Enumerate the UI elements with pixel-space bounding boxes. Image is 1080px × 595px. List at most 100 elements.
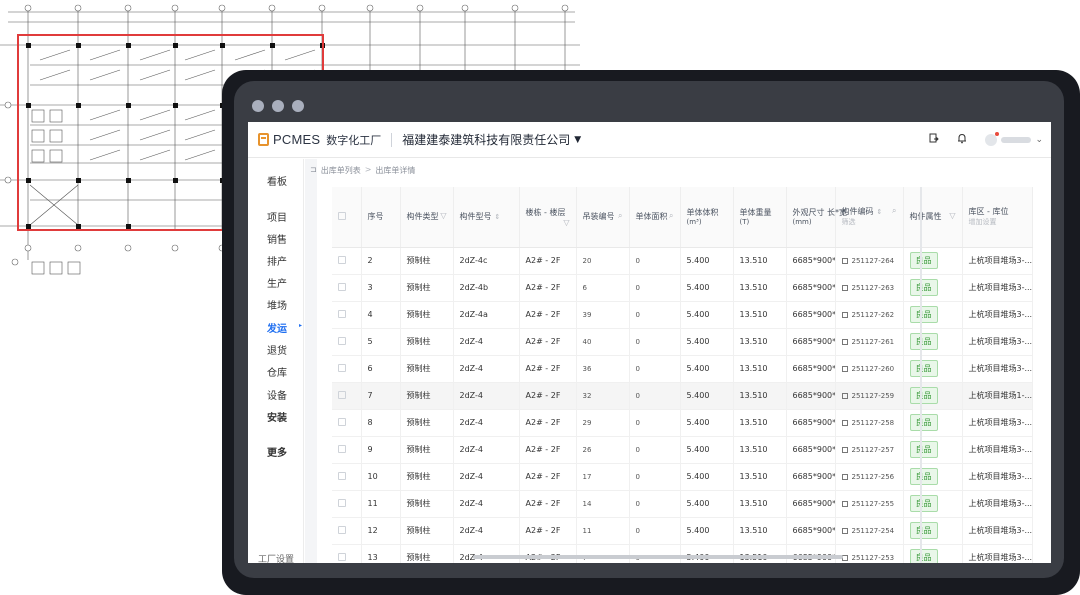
user-name-blurred [1001, 137, 1032, 143]
cell-model: 2dZ-4a [453, 301, 520, 329]
row-select-cell [332, 247, 362, 275]
row-checkbox[interactable] [338, 471, 346, 480]
table-row[interactable]: 12 预制柱 2dZ-4 A2# - 2F 11 0 5.400 13.510 6685*900… [332, 517, 1033, 545]
table-row[interactable]: 9 预制柱 2dZ-4 A2# - 2F 26 0 5.400 13.510 6685*900*… [332, 436, 1033, 464]
filter-icon[interactable]: ▽ [949, 211, 955, 220]
row-checkbox[interactable] [338, 255, 346, 264]
cell-seq: 10 [361, 463, 401, 491]
cell-attr: 良品 [903, 355, 963, 383]
col-weight[interactable]: 单体重量 (T) [733, 187, 787, 248]
app-logo[interactable]: PCMES 数字化工厂 [258, 132, 381, 148]
bell-icon[interactable] [957, 133, 967, 147]
col-building[interactable]: 楼栋 - 楼层 ▽ [519, 187, 577, 248]
row-checkbox[interactable] [338, 336, 346, 345]
row-checkbox[interactable] [338, 363, 346, 372]
sidebar-item-project[interactable]: 项目 [267, 209, 287, 224]
row-checkbox[interactable] [338, 444, 346, 453]
table-row[interactable]: 13预制柱2dZ-4A2# - 2F705.40013.5106685*900*… [332, 544, 1033, 563]
cell-hoist: 11 [576, 517, 630, 545]
row-checkbox[interactable] [338, 552, 346, 561]
table-row[interactable]: 7 预制柱 2dZ-4 A2# - 2F 32 0 5.400 13.510 6685*900*… [332, 382, 1033, 410]
search-icon[interactable]: ⌕ [669, 211, 673, 221]
col-hoist[interactable]: 吊装编号 ⌕ [576, 187, 630, 248]
sidebar-item-install[interactable]: 安装 [267, 409, 287, 424]
table-row[interactable]: 5 预制柱 2dZ-4 A2# - 2F 40 0 5.400 13.510 6685*900*… [332, 328, 1033, 356]
cell-type: 预制柱 [400, 247, 454, 275]
sidebar-item-yard[interactable]: 堆场 [267, 297, 287, 312]
col-attr[interactable]: 构件属性 ▽ [903, 187, 963, 248]
user-menu[interactable]: ⌄ [985, 132, 1043, 146]
col-model[interactable]: 构件型号 ⇕ [453, 187, 520, 248]
cell-type: 预制柱 [400, 301, 454, 329]
table-row[interactable]: 10 预制柱 2dZ-4 A2# - 2F 17 0 5.400 13.510 6685*900… [332, 463, 1033, 491]
sidebar-item-production[interactable]: 生产 [267, 275, 287, 290]
cell-seq: 9 [361, 436, 401, 464]
table-row[interactable]: 6 预制柱 2dZ-4 A2# - 2F 36 0 5.400 13.510 6685*900*… [332, 355, 1033, 383]
cell-model: 2dZ-4 [453, 409, 520, 437]
table-row[interactable]: 4 预制柱 2dZ-4a A2# - 2F 39 0 5.400 13.510 6685*900… [332, 301, 1033, 329]
row-checkbox[interactable] [338, 525, 346, 534]
cell-weight: 13.510 [733, 328, 787, 356]
cell-code: 251127-255 [835, 490, 904, 518]
factory-settings-link[interactable]: 工厂设置 [258, 552, 294, 563]
avatar [985, 132, 1000, 146]
col-volume[interactable]: 单体体积 (m³) [680, 187, 734, 248]
select-all-checkbox[interactable] [338, 211, 346, 220]
row-checkbox[interactable] [338, 390, 346, 399]
sidebar-item-more[interactable]: 更多 [267, 444, 287, 459]
filter-icon[interactable]: ▽ [563, 218, 569, 227]
search-icon[interactable]: ⌕ [892, 206, 896, 216]
stage: PCMES 数字化工厂 福建建泰建筑科技有限责任公司 ▼ ⌄ 看板 项目 销售 … [0, 0, 1080, 595]
sidebar-item-returns[interactable]: 退货 [267, 342, 287, 357]
content-gutter [305, 159, 317, 563]
search-icon[interactable]: ⌕ [618, 211, 622, 221]
row-checkbox[interactable] [338, 282, 346, 291]
cell-code: 251127-257 [835, 436, 904, 464]
export-icon[interactable] [929, 133, 940, 147]
table-row[interactable]: 3 预制柱 2dZ-4b A2# - 2F 6 0 5.400 13.510 6685*900*… [332, 274, 1033, 302]
sidebar-item-dashboard[interactable]: 看板 [267, 173, 287, 188]
table-row[interactable]: 11 预制柱 2dZ-4 A2# - 2F 14 0 5.400 13.510 6685*900… [332, 490, 1033, 518]
cell-area: 0 [629, 490, 681, 518]
sidebar-item-scheduling[interactable]: 排产 [267, 253, 287, 268]
cell-size: 6685*900*900 [786, 247, 836, 275]
col-area[interactable]: 单体面积 ⌕ [629, 187, 681, 248]
horizontal-scrollbar[interactable] [473, 555, 843, 559]
row-checkbox[interactable] [338, 417, 346, 426]
sidebar-item-shipping[interactable]: 发运 [267, 320, 287, 335]
sidebar: 看板 项目 销售 排产 生产 堆场 发运 ▸ 退货 仓库 设备 安装 更多 工厂… [248, 159, 304, 563]
sort-icon[interactable]: ⇕ [877, 208, 883, 216]
sidebar-item-sales[interactable]: 销售 [267, 231, 287, 246]
table-row[interactable]: 2 预制柱 2dZ-4c A2# - 2F 20 0 5.400 13.510 6685*900… [332, 247, 1033, 275]
cell-code: 251127-258 [835, 409, 904, 437]
row-checkbox[interactable] [338, 498, 346, 507]
breadcrumb-parent[interactable]: 出库单列表 [321, 165, 361, 176]
part-code: 251127-256 [851, 473, 895, 481]
filter-icon[interactable]: ▽ [440, 211, 446, 220]
table-row[interactable]: 8 预制柱 2dZ-4 A2# - 2F 29 0 5.400 13.510 6685*900*… [332, 409, 1033, 437]
col-volume-label: 单体体积 [686, 208, 719, 218]
sidebar-item-warehouse[interactable]: 仓库 [267, 364, 287, 379]
row-checkbox[interactable] [338, 309, 346, 318]
cell-loc: 上杭项目堆场3-... [962, 490, 1033, 518]
row-select-cell [332, 301, 362, 329]
status-badge: 良品 [909, 495, 938, 512]
cell-type: 预制柱 [400, 409, 454, 437]
col-size[interactable]: 外观尺寸 长*宽 (mm) [786, 187, 847, 248]
status-badge: 良品 [909, 441, 938, 458]
col-type[interactable]: 构件类型 ▽ [400, 187, 454, 248]
back-icon[interactable]: ⊐ [310, 165, 317, 176]
cell-attr: 良品 [903, 490, 963, 518]
row-select-cell [332, 436, 362, 464]
sidebar-item-equipment[interactable]: 设备 [267, 387, 287, 402]
cell-seq: 5 [361, 328, 401, 356]
cell-hoist: 20 [576, 247, 630, 275]
company-selector[interactable]: 福建建泰建筑科技有限责任公司 ▼ [402, 131, 581, 148]
cell-attr: 良品 [903, 301, 963, 329]
cell-type: 预制柱 [400, 463, 454, 491]
cell-code: 251127-263 [835, 274, 904, 302]
sort-icon[interactable]: ⇕ [495, 213, 501, 221]
window-dot [252, 100, 264, 112]
col-location[interactable]: 库区 - 库位 增加设置 [962, 187, 1033, 248]
col-code[interactable]: 构件编码 ⇕ ⌕ 筛选 [835, 187, 904, 248]
